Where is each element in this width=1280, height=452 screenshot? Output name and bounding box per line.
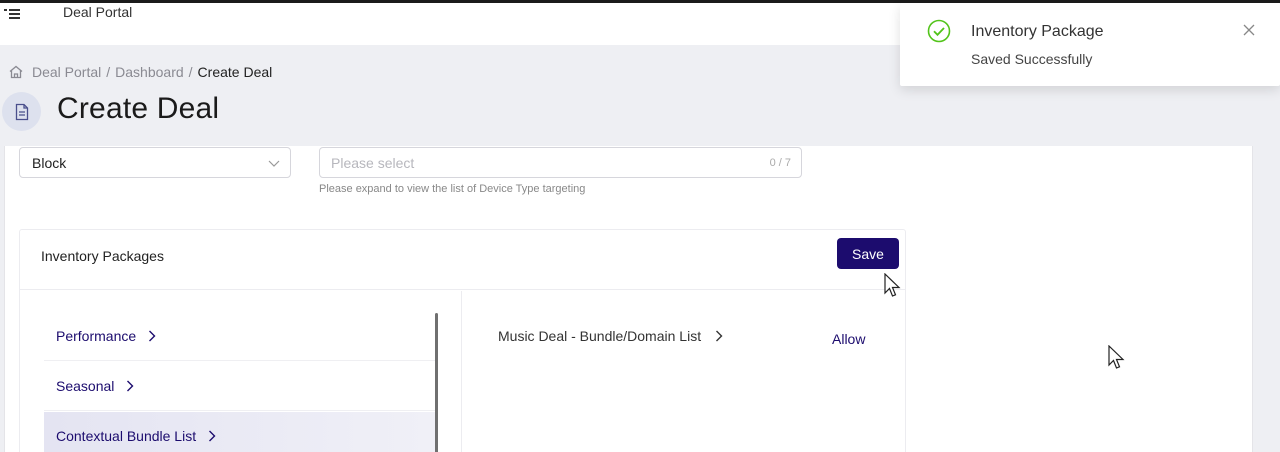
device-type-select[interactable]: Please select 0 / 7 xyxy=(319,147,802,178)
device-type-count: 0 / 7 xyxy=(769,157,791,169)
inventory-packages-card: Inventory Packages Save Performance Seas… xyxy=(19,229,906,452)
list-item-label: Contextual Bundle List xyxy=(56,428,197,444)
card-header: Inventory Packages Save xyxy=(20,230,905,290)
mouse-cursor-icon xyxy=(1108,345,1125,369)
chevron-right-icon xyxy=(149,330,156,342)
chevron-down-icon xyxy=(268,160,280,167)
package-label: Music Deal - Bundle/Domain List xyxy=(498,328,702,344)
menu-icon[interactable] xyxy=(4,9,20,21)
device-type-placeholder: Please select xyxy=(331,155,415,171)
list-scrollbar[interactable] xyxy=(435,313,438,452)
list-item-seasonal[interactable]: Seasonal xyxy=(44,362,436,411)
breadcrumb: Deal Portal / Dashboard / Create Deal xyxy=(8,64,272,80)
device-type-helper: Please expand to view the list of Device… xyxy=(319,183,586,195)
category-list: Performance Seasonal Contextual Bundle L… xyxy=(20,291,462,452)
breadcrumb-current: Create Deal xyxy=(197,64,273,80)
breadcrumb-link-deal-portal[interactable]: Deal Portal xyxy=(32,64,101,80)
home-icon[interactable] xyxy=(8,64,24,80)
breadcrumb-link-dashboard[interactable]: Dashboard xyxy=(115,64,184,80)
document-icon xyxy=(15,103,28,120)
form-content: Block Please select 0 / 7 Please expand … xyxy=(4,146,1253,452)
page-title: Create Deal xyxy=(57,92,220,125)
save-button[interactable]: Save xyxy=(837,238,899,269)
toast-title: Inventory Package xyxy=(971,23,1104,40)
mouse-cursor-icon xyxy=(884,273,901,297)
check-circle-icon xyxy=(927,19,951,43)
close-icon[interactable] xyxy=(1243,24,1255,36)
app-title: Deal Portal xyxy=(63,4,133,20)
chevron-right-icon xyxy=(716,330,723,342)
page-icon-badge xyxy=(2,92,41,131)
toast-message: Saved Successfully xyxy=(971,51,1093,67)
block-select[interactable]: Block xyxy=(19,147,291,178)
card-title: Inventory Packages xyxy=(41,248,164,264)
package-row[interactable]: Music Deal - Bundle/Domain List xyxy=(498,328,723,344)
allow-link[interactable]: Allow xyxy=(832,331,865,347)
list-item-label: Seasonal xyxy=(56,378,115,394)
breadcrumb-separator: / xyxy=(188,64,193,80)
breadcrumb-separator: / xyxy=(106,64,111,80)
list-item-performance[interactable]: Performance xyxy=(44,312,436,361)
list-item-contextual-bundle-list[interactable]: Contextual Bundle List xyxy=(44,412,436,452)
block-select-value: Block xyxy=(32,155,67,171)
chevron-right-icon xyxy=(127,380,134,392)
chevron-right-icon xyxy=(209,430,216,442)
toast-notification: Inventory Package Saved Successfully xyxy=(900,3,1280,86)
list-item-label: Performance xyxy=(56,328,137,344)
